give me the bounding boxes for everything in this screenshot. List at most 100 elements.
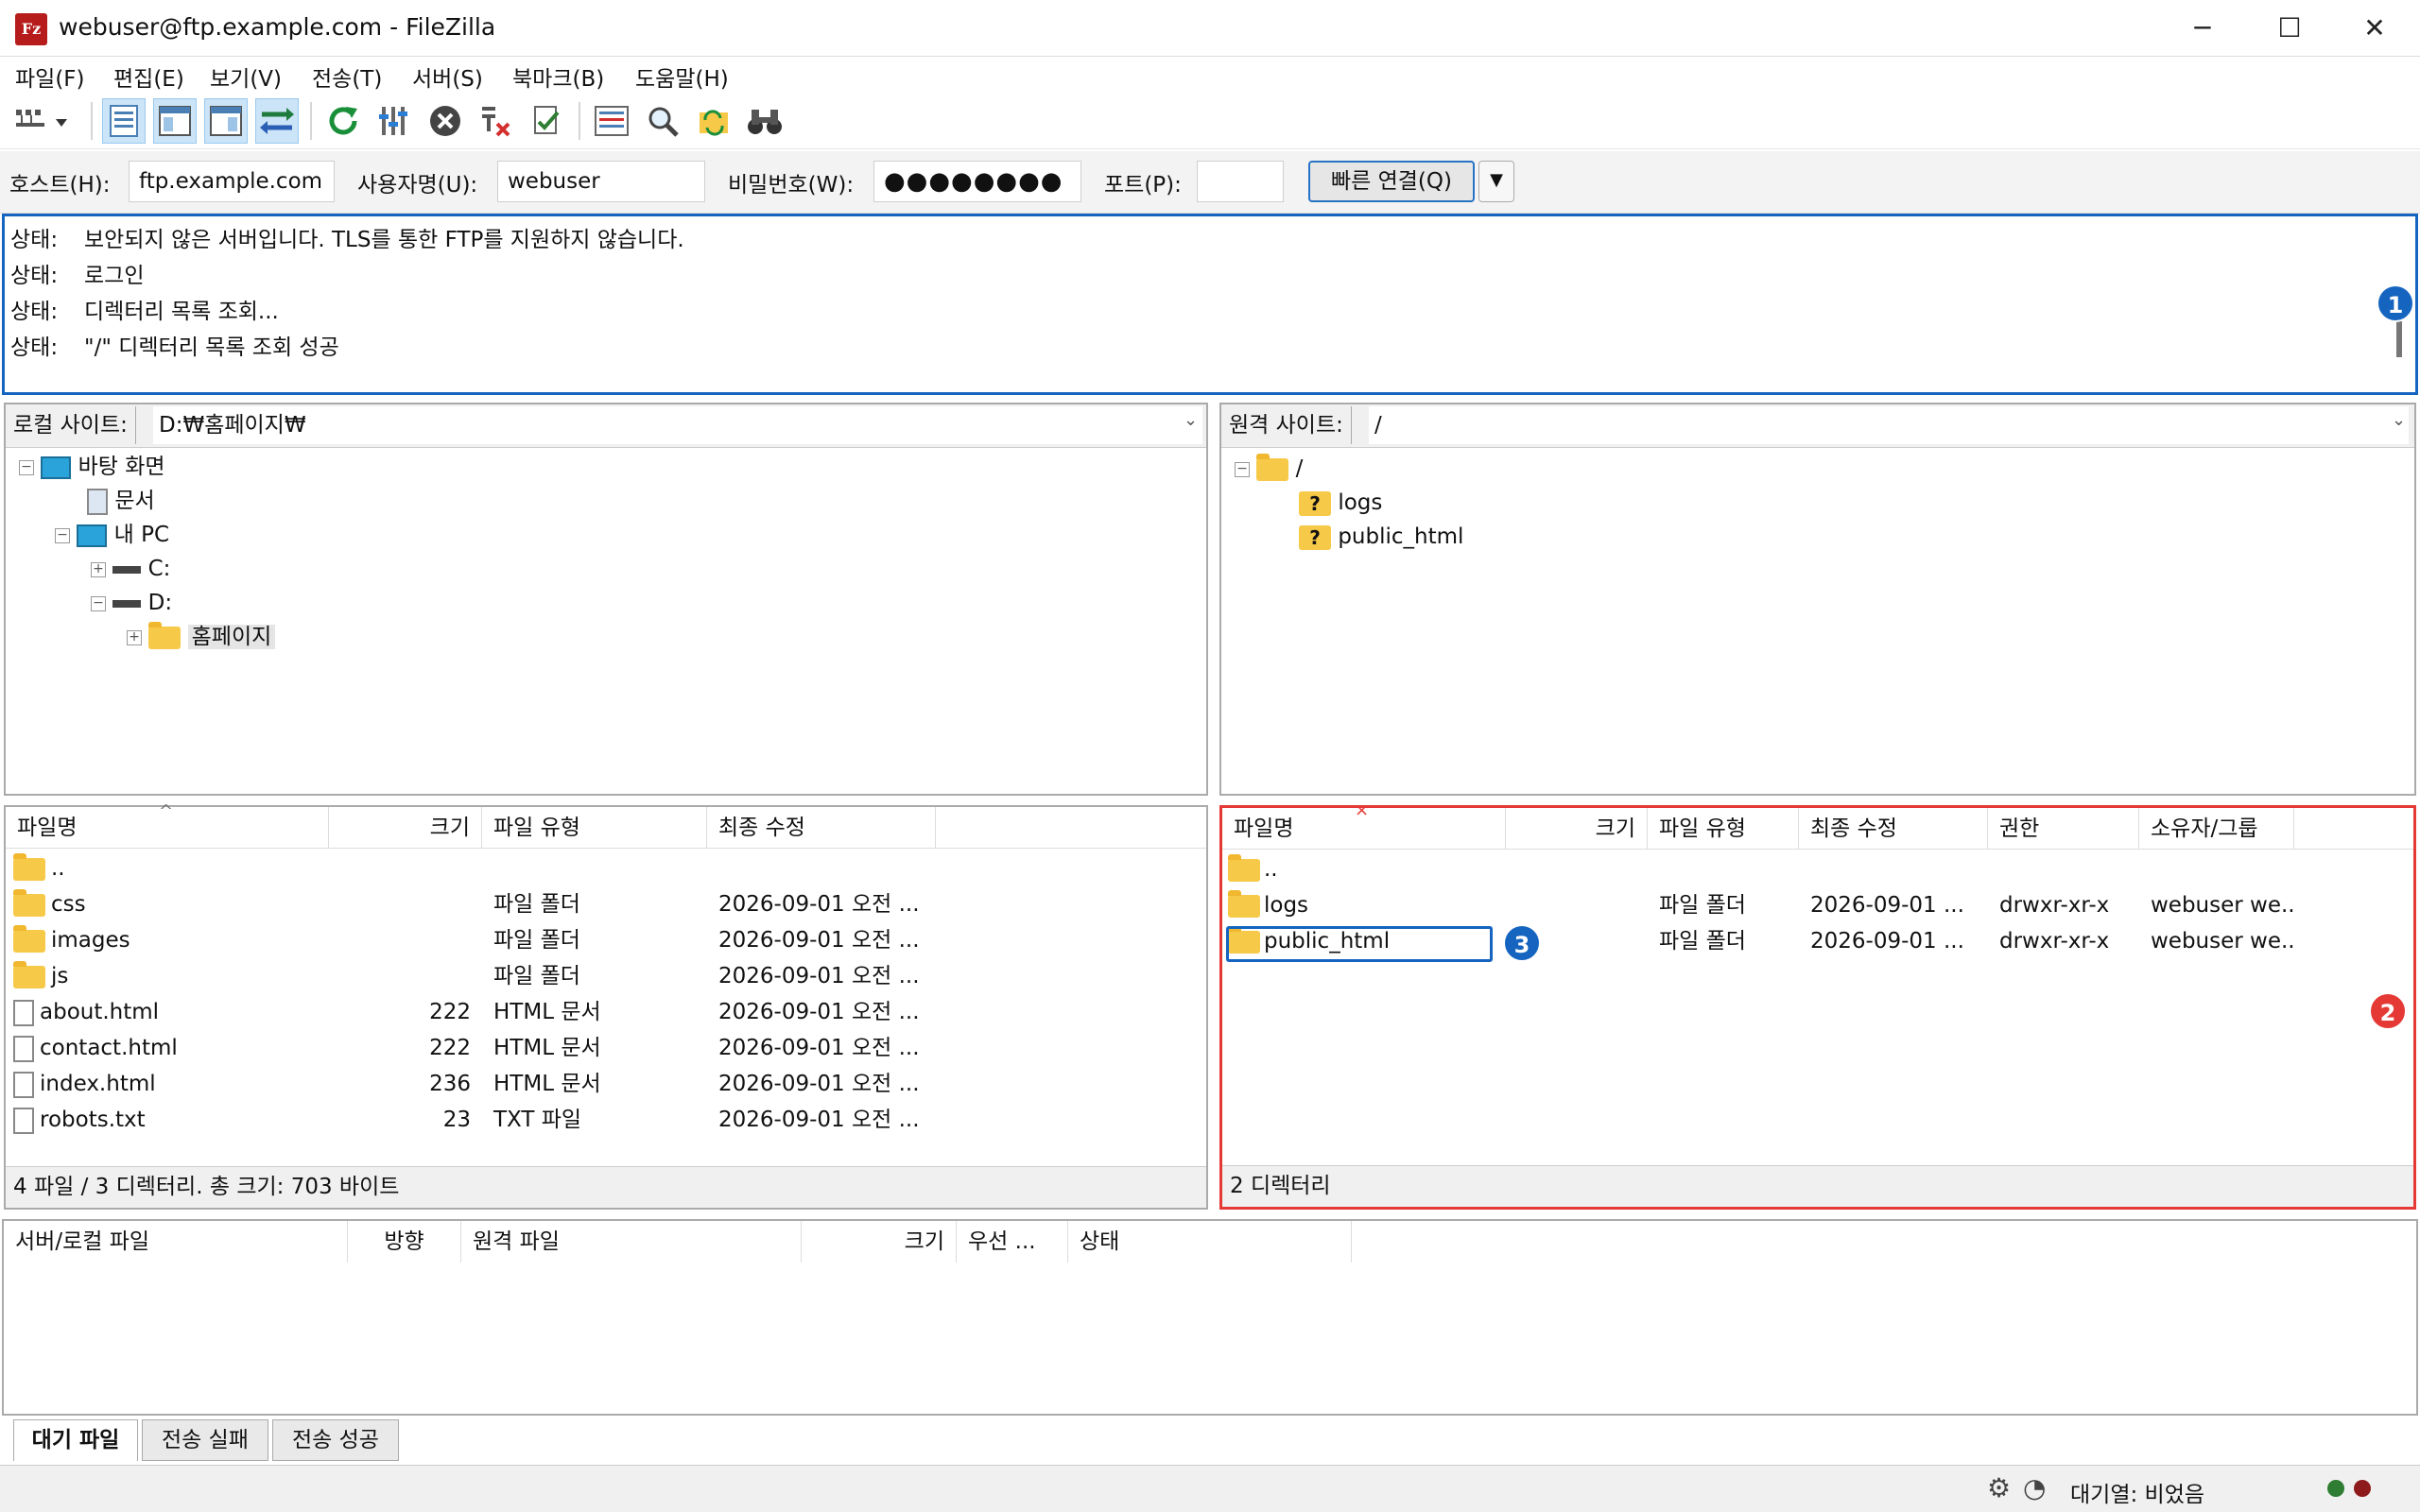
log-scrollbar[interactable] bbox=[2396, 319, 2402, 357]
remote-path-input[interactable]: / bbox=[1369, 406, 2409, 444]
tree-item-logs[interactable]: ? logs bbox=[1299, 486, 1382, 520]
username-input[interactable]: webuser bbox=[497, 161, 705, 202]
table-row[interactable]: index.html 236 HTML 문서 2026-09-01 오전 ... bbox=[6, 1066, 1206, 1102]
table-row[interactable]: robots.txt 23 TXT 파일 2026-09-01 오전 ... bbox=[6, 1102, 1206, 1138]
folder-icon bbox=[13, 888, 45, 917]
table-row[interactable]: .. bbox=[6, 850, 1206, 886]
cell-owner: webuser we... bbox=[2151, 929, 2294, 954]
table-row[interactable]: js 파일 폴더 2026-09-01 오전 ... bbox=[6, 958, 1206, 994]
file-name: .. bbox=[51, 856, 65, 881]
tree-item-desktop[interactable]: − 바탕 화면 bbox=[19, 450, 165, 484]
binoculars-icon[interactable] bbox=[743, 98, 786, 144]
port-input[interactable] bbox=[1197, 161, 1284, 202]
chevron-down-icon[interactable]: ⌄ bbox=[1184, 410, 1198, 430]
tree-item-drive-d[interactable]: − D: bbox=[91, 586, 172, 620]
menu-bookmarks[interactable]: 북마크(B) bbox=[512, 60, 604, 93]
column-size[interactable]: 크기 bbox=[1506, 808, 1648, 850]
menu-file[interactable]: 파일(F) bbox=[15, 60, 85, 93]
column-modified[interactable]: 최종 수정 bbox=[707, 807, 936, 849]
disconnect-icon[interactable] bbox=[475, 98, 518, 144]
column-size[interactable]: 크기 bbox=[329, 807, 482, 849]
column-direction[interactable]: 방향 bbox=[348, 1221, 461, 1263]
toggle-local-tree-icon[interactable] bbox=[153, 98, 197, 144]
quickconnect-button[interactable]: 빠른 연결(Q) bbox=[1308, 161, 1475, 202]
cell-permissions: drwxr-xr-x bbox=[1999, 929, 2110, 954]
table-row[interactable]: css 파일 폴더 2026-09-01 오전 ... bbox=[6, 886, 1206, 922]
column-modified[interactable]: 최종 수정 bbox=[1799, 808, 1988, 850]
cell-permissions: drwxr-xr-x bbox=[1999, 893, 2110, 918]
file-name: index.html bbox=[40, 1072, 156, 1096]
table-row[interactable]: logs 파일 폴더 2026-09-01 ... drwxr-xr-x webuser… bbox=[1222, 887, 2413, 923]
tree-item-drive-c[interactable]: + C: bbox=[91, 552, 170, 586]
site-manager-icon[interactable] bbox=[9, 98, 76, 144]
tree-item-documents[interactable]: 문서 bbox=[87, 484, 155, 518]
maximize-icon[interactable]: ☐ bbox=[2246, 0, 2333, 57]
menu-edit[interactable]: 편집(E) bbox=[113, 60, 184, 93]
tree-item-public-html[interactable]: ? public_html bbox=[1299, 520, 1463, 554]
menu-transfer[interactable]: 전송(T) bbox=[312, 60, 382, 93]
toggle-transfer-queue-icon[interactable] bbox=[255, 98, 299, 144]
column-remote-file[interactable]: 원격 파일 bbox=[461, 1221, 802, 1263]
tab-successful-transfers[interactable]: 전송 성공 bbox=[272, 1419, 399, 1461]
collapse-icon[interactable]: − bbox=[1235, 461, 1250, 477]
column-status[interactable]: 상태 bbox=[1068, 1221, 1352, 1263]
local-path-input[interactable]: D:₩홈페이지₩ bbox=[153, 406, 1202, 444]
table-row[interactable]: contact.html 222 HTML 문서 2026-09-01 오전 ... bbox=[6, 1030, 1206, 1066]
collapse-icon[interactable]: − bbox=[55, 527, 70, 543]
table-row[interactable]: about.html 222 HTML 문서 2026-09-01 오전 ... bbox=[6, 994, 1206, 1030]
message-log: 상태: 보안되지 않은 서버입니다. TLS를 통한 FTP를 지원하지 않습니다… bbox=[2, 214, 2418, 395]
tree-item-homepage[interactable]: + 홈페이지 bbox=[127, 620, 276, 654]
tab-queued-files[interactable]: 대기 파일 bbox=[13, 1419, 138, 1461]
table-row[interactable]: .. bbox=[1222, 851, 2413, 887]
process-queue-icon[interactable] bbox=[372, 98, 416, 144]
speed-limit-icon[interactable]: ◔ bbox=[2023, 1472, 2046, 1503]
column-local-file[interactable]: 서버/로컬 파일 bbox=[4, 1221, 348, 1263]
column-type[interactable]: 파일 유형 bbox=[482, 807, 707, 849]
gear-icon[interactable]: ⚙ bbox=[1987, 1472, 2011, 1503]
expand-icon[interactable]: + bbox=[127, 629, 142, 645]
sort-indicator-icon: × bbox=[1355, 800, 1370, 820]
column-permissions[interactable]: 권한 bbox=[1988, 808, 2139, 850]
cell-filename: js bbox=[6, 958, 329, 994]
tree-label: 내 PC bbox=[113, 523, 170, 547]
password-input[interactable]: ●●●●●●●● bbox=[873, 161, 1081, 202]
column-size[interactable]: 크기 bbox=[802, 1221, 957, 1263]
file-name: about.html bbox=[40, 1000, 160, 1024]
synchronized-browsing-icon[interactable] bbox=[692, 98, 735, 144]
tree-label: 바탕 화면 bbox=[78, 455, 165, 479]
search-icon[interactable] bbox=[641, 98, 684, 144]
refresh-icon[interactable] bbox=[321, 98, 365, 144]
tree-item-root[interactable]: − / bbox=[1235, 452, 1303, 486]
collapse-icon[interactable]: − bbox=[19, 459, 34, 475]
menu-help[interactable]: 도움말(H) bbox=[635, 60, 729, 93]
reconnect-icon[interactable] bbox=[526, 98, 569, 144]
annotation-badge-2: 2 bbox=[2369, 992, 2407, 1030]
tab-failed-transfers[interactable]: 전송 실패 bbox=[142, 1419, 268, 1461]
close-icon[interactable]: ✕ bbox=[2331, 0, 2418, 57]
file-icon bbox=[13, 1107, 34, 1134]
toggle-remote-tree-icon[interactable] bbox=[204, 98, 248, 144]
expand-icon[interactable]: + bbox=[91, 561, 106, 577]
column-priority[interactable]: 우선 ... bbox=[957, 1221, 1068, 1263]
menu-server[interactable]: 서버(S) bbox=[412, 60, 483, 93]
table-row[interactable]: images 파일 폴더 2026-09-01 오전 ... bbox=[6, 922, 1206, 958]
quickconnect-dropdown-icon[interactable]: ▼ bbox=[1478, 161, 1514, 202]
toggle-log-icon[interactable] bbox=[102, 98, 146, 144]
cancel-operation-icon[interactable] bbox=[424, 98, 467, 144]
chevron-down-icon[interactable]: ⌄ bbox=[2392, 410, 2406, 430]
local-rows: .. css 파일 폴더 2026-09-01 오전 ... images 파일 폴더 20… bbox=[6, 850, 1206, 1138]
desktop-icon bbox=[41, 455, 72, 479]
minimize-icon[interactable]: ─ bbox=[2159, 0, 2246, 57]
rename-edit-box[interactable] bbox=[1226, 926, 1493, 962]
menu-view[interactable]: 보기(V) bbox=[210, 60, 282, 93]
collapse-icon[interactable]: − bbox=[91, 595, 106, 611]
column-type[interactable]: 파일 유형 bbox=[1648, 808, 1799, 850]
cell-size: 23 bbox=[442, 1108, 471, 1132]
remote-tree-panel: 원격 사이트: / ⌄ − / ? logs ? public_html bbox=[1219, 403, 2416, 796]
log-prefix: 상태: bbox=[10, 300, 59, 324]
tree-item-my-pc[interactable]: − 내 PC bbox=[55, 518, 169, 552]
directory-listing-filters-icon[interactable] bbox=[590, 98, 633, 144]
host-input[interactable]: ftp.example.com bbox=[129, 161, 335, 202]
cell-modified: 2026-09-01 ... bbox=[1810, 893, 1964, 918]
column-owner[interactable]: 소유자/그룹 bbox=[2139, 808, 2294, 850]
